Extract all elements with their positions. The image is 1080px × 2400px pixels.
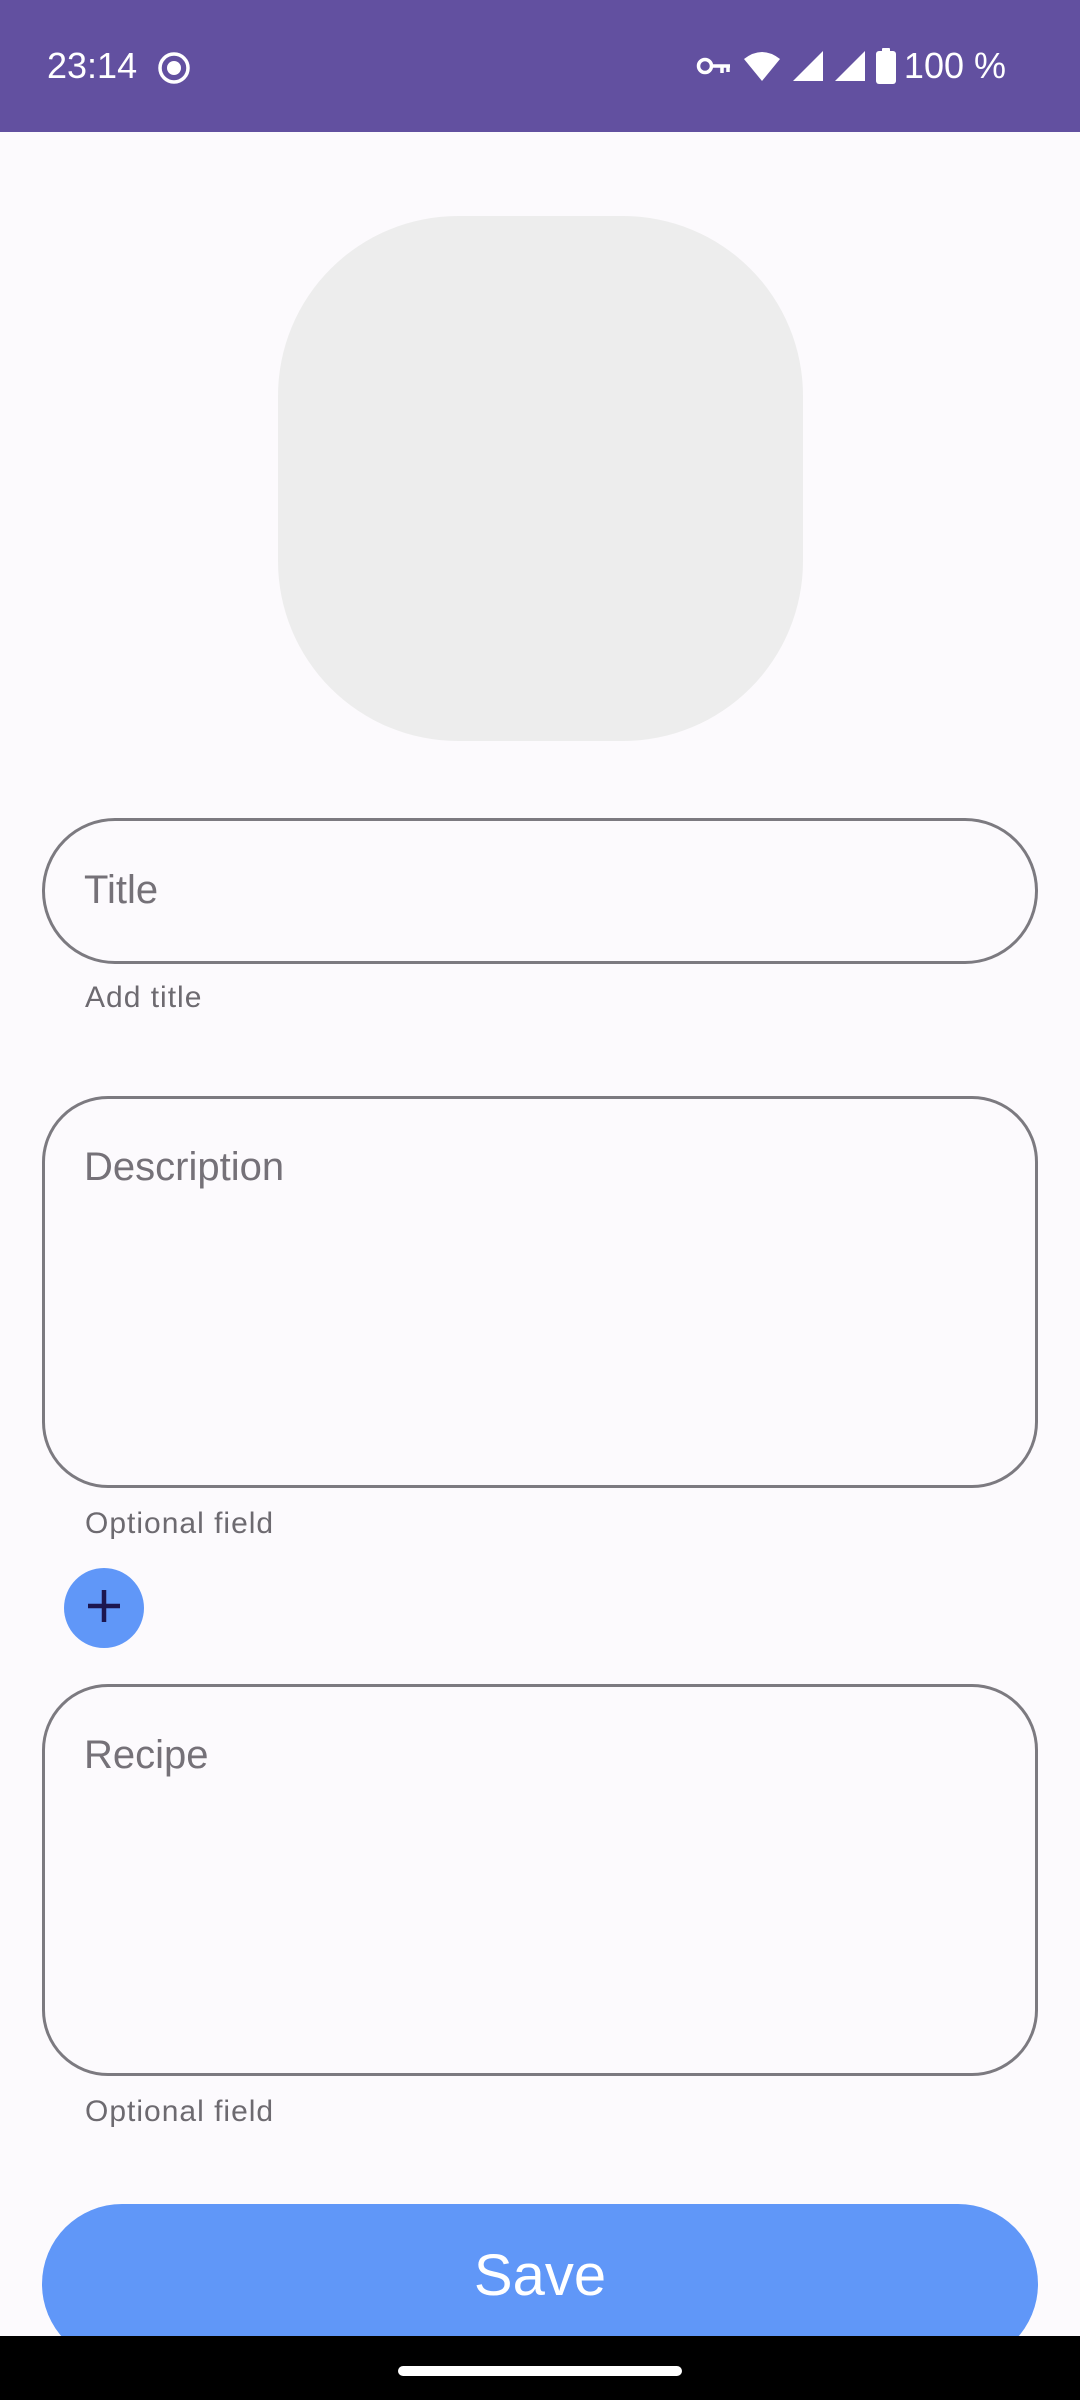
image-picker[interactable] [278, 216, 803, 741]
recipe-field[interactable]: Recipe [42, 1684, 1038, 2076]
home-gesture-handle[interactable] [398, 2366, 682, 2376]
title-field[interactable]: Title [42, 818, 1038, 964]
title-helper-text: Add title [85, 981, 203, 1014]
description-helper-text: Optional field [85, 1507, 275, 1540]
save-label: Save [473, 2243, 607, 2308]
screen-record-icon [156, 50, 192, 86]
recipe-placeholder: Recipe [84, 1733, 209, 1777]
description-placeholder: Description [84, 1145, 285, 1189]
wifi-icon [742, 50, 782, 82]
signal-icon [792, 50, 824, 82]
vpn-key-icon [696, 53, 732, 79]
status-time: 23:14 [47, 45, 138, 86]
status-bar: 23:14 100 % [0, 0, 1080, 132]
title-placeholder: Title [84, 868, 159, 912]
plus-icon [84, 1586, 124, 1631]
status-icons: 100 % [696, 44, 1006, 88]
battery-percent: 100 % [903, 45, 1006, 86]
signal-icon [834, 50, 866, 82]
recipe-helper-text: Optional field [85, 2095, 275, 2128]
description-field[interactable]: Description [42, 1096, 1038, 1488]
battery-icon [875, 48, 896, 84]
add-button[interactable] [64, 1568, 144, 1648]
